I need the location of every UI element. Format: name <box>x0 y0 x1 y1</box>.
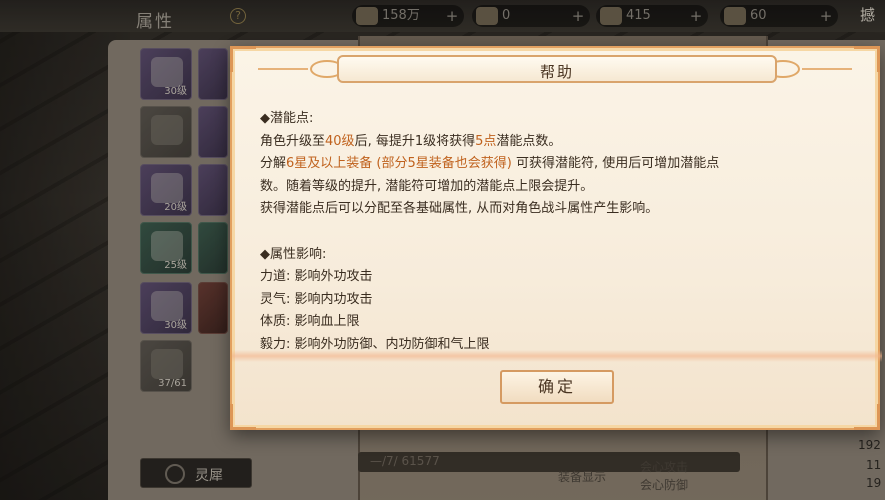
dialog-title: 帮助 <box>539 63 574 81</box>
content-divider <box>232 350 882 362</box>
help-line: 数。随着等级的提升, 潜能符可增加的潜能点上限会提升。 <box>260 176 860 199</box>
help-text: 分解 <box>260 156 287 172</box>
help-text: 可获得潜能符, 使用后可增加潜能点 <box>511 156 720 172</box>
section-heading: ◆潜能点: <box>260 111 314 126</box>
title-ornament-line <box>258 68 308 70</box>
highlighted-text: 6星及以上装备 (部分5星装备也会获得) <box>286 156 512 172</box>
confirm-button[interactable]: 确定 <box>500 370 614 404</box>
corner-ornament <box>230 46 256 72</box>
help-text: 灵气: 影响内功攻击 <box>260 291 373 307</box>
help-text: 潜能点数。 <box>496 133 562 149</box>
help-line: 获得潜能点后可以分配至各基础属性, 从而对角色战斗属性产生影响。 <box>260 198 860 221</box>
corner-ornament <box>854 404 880 430</box>
help-text: 角色升级至 <box>260 133 326 149</box>
section-heading: ◆属性影响: <box>260 246 327 262</box>
help-line: 力道: 影响外功攻击 <box>260 266 860 289</box>
help-text: 获得潜能点后可以分配至各基础属性, 从而对角色战斗属性产生影响。 <box>260 201 659 217</box>
help-line: 角色升级至40级后, 每提升1级将获得5点潜能点数。 <box>260 131 860 154</box>
highlighted-text: 5点 <box>475 133 497 149</box>
help-text: 体质: 影响血上限 <box>260 314 360 330</box>
corner-ornament <box>230 404 256 430</box>
help-text: 后, 每提升1级将获得 <box>354 133 476 149</box>
help-text: 数。随着等级的提升, 潜能符可增加的潜能点上限会提升。 <box>260 178 594 194</box>
dialog-title-bar: 帮助 <box>337 55 777 83</box>
help-line: 灵气: 影响内功攻击 <box>260 289 860 312</box>
help-dialog: 帮助 ◆潜能点: 角色升级至40级后, 每提升1级将获得5点潜能点数。 分解6星及以… <box>230 46 882 430</box>
highlighted-text: 40级 <box>325 133 355 149</box>
corner-ornament <box>854 46 880 72</box>
help-line: 分解6星及以上装备 (部分5星装备也会获得) 可获得潜能符, 使用后可增加潜能点 <box>260 153 860 176</box>
title-ornament-line <box>802 68 852 70</box>
help-line: 体质: 影响血上限 <box>260 311 860 334</box>
help-text: 力道: 影响外功攻击 <box>260 269 373 285</box>
help-content: ◆潜能点: 角色升级至40级后, 每提升1级将获得5点潜能点数。 分解6星及以上装备… <box>260 108 860 357</box>
